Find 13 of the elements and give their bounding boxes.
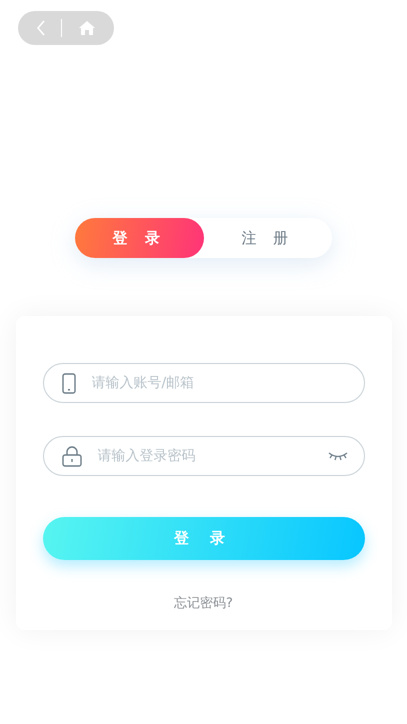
lock-icon (62, 446, 82, 466)
tab[interactable]: 登 录 (75, 218, 204, 258)
back-icon (36, 20, 46, 36)
account-field[interactable]: 请输入账号/邮箱 (42, 363, 364, 403)
tab[interactable]: 注 册 (204, 218, 332, 258)
login-button[interactable]: 登 录 (42, 517, 364, 560)
phone-icon (62, 372, 76, 394)
account-input[interactable]: 请输入账号/邮箱 (90, 374, 348, 392)
home-icon (78, 20, 96, 36)
forgot-password-link[interactable]: 忘记密码? (174, 594, 233, 612)
closed-eye-icon[interactable] (328, 451, 348, 461)
password-field[interactable]: 请输入登录密码 (42, 436, 364, 476)
password-input[interactable]: 请输入登录密码 (96, 447, 314, 465)
